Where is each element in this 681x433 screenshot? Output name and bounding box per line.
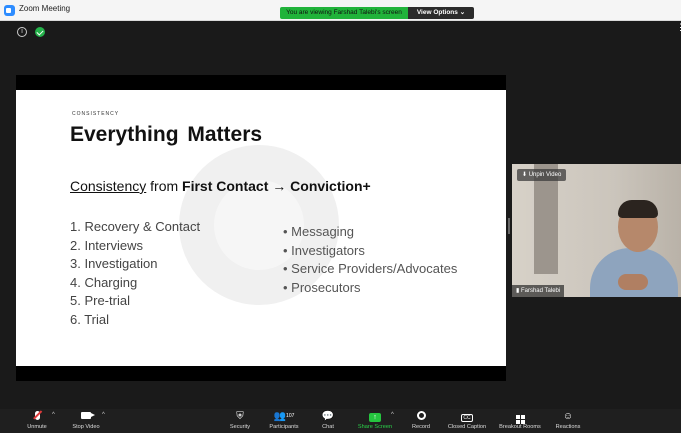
slide-kicker: CONSISTENCY	[72, 111, 120, 117]
chat-button[interactable]: 💬 Chat	[316, 409, 340, 433]
list-item: 1. Recovery & Contact	[70, 219, 201, 234]
list-item: • Service Providers/Advocates	[283, 261, 458, 277]
actors-list: • Messaging • Investigators • Service Pr…	[283, 223, 457, 297]
list-item: 5. Pre-trial	[70, 293, 130, 309]
encryption-shield-icon[interactable]	[35, 27, 45, 37]
unpin-video-button[interactable]: ⬇ Unpin Video	[517, 169, 567, 181]
participants-icon: 👥	[273, 411, 287, 422]
participant-video[interactable]: ⬇ Unpin Video ▮ Farshad Talebi	[512, 164, 681, 297]
subtitle-underlined: Consistency	[70, 178, 147, 194]
participant-count: 107	[286, 413, 295, 419]
slide-title: Everything Matters	[70, 123, 263, 146]
panel-resize-handle[interactable]	[508, 218, 510, 234]
record-label: Record	[411, 424, 431, 430]
title-bar: Zoom Meeting You are viewing Farshad Tal…	[0, 0, 681, 21]
list-item: 6. Trial	[70, 311, 110, 327]
window-title: Zoom Meeting	[19, 4, 71, 13]
list-item: 4. Charging	[70, 274, 138, 290]
reactions-label: Reactions	[555, 424, 581, 430]
stages-list: 1. Recovery & Contact 2. Interviews 3. I…	[70, 218, 200, 330]
reactions-button[interactable]: ☺ Reactions	[552, 409, 584, 433]
chat-icon: 💬	[321, 411, 335, 422]
share-screen-icon: ↑	[369, 413, 381, 422]
shield-icon: ⛨	[236, 411, 244, 422]
list-item: • Prosecutors	[283, 279, 361, 295]
zoom-logo-icon	[4, 5, 15, 16]
participant-hands	[618, 274, 648, 290]
shared-screen: CONSISTENCY Everything Matters Consisten…	[16, 75, 506, 381]
participant-name-tag: ▮ Farshad Talebi	[512, 285, 565, 297]
chat-label: Chat	[322, 424, 334, 430]
muted-mic-icon	[34, 411, 40, 420]
view-options-button[interactable]: View Options ⌄	[408, 7, 474, 19]
camera-icon	[81, 412, 95, 419]
share-options-caret-icon[interactable]: ^	[391, 412, 394, 418]
stop-video-label: Stop Video	[72, 424, 100, 430]
unpin-label: Unpin Video	[528, 172, 562, 178]
more-options-icon[interactable]: ⋮	[676, 23, 681, 36]
slide-subtitle: Consistency from First Contact → Convict…	[70, 178, 371, 194]
breakout-rooms-icon	[515, 415, 525, 424]
stop-video-button[interactable]: Stop Video	[66, 409, 106, 433]
meeting-toolbar: Unmute ^ Stop Video ^ ⛨ Security 👥107 Pa…	[0, 409, 681, 433]
security-button[interactable]: ⛨ Security	[224, 409, 256, 433]
list-item: • Messaging	[283, 224, 355, 239]
pin-icon: ⬇	[522, 172, 529, 178]
breakout-rooms-button[interactable]: Breakout Rooms	[494, 409, 546, 433]
share-screen-label: Share Screen	[357, 424, 393, 430]
info-icon[interactable]: i	[17, 27, 27, 37]
reaction-smiley-icon: ☺	[562, 411, 574, 422]
subtitle-mid: from	[146, 178, 183, 194]
breakout-rooms-label: Breakout Rooms	[499, 424, 541, 430]
record-button[interactable]: Record	[406, 409, 436, 433]
unmute-button[interactable]: Unmute	[18, 409, 56, 433]
viewing-screen-banner: You are viewing Farshad Talebi's screen	[280, 7, 408, 19]
participants-label: Participants	[269, 424, 299, 430]
video-options-caret-icon[interactable]: ^	[102, 412, 105, 418]
meeting-area: i ⋮ CONSISTENCY Everything Matters Consi…	[0, 22, 681, 409]
presentation-slide: CONSISTENCY Everything Matters Consisten…	[16, 90, 506, 366]
list-item: 2. Interviews	[70, 237, 143, 253]
closed-caption-button[interactable]: CC Closed Caption	[442, 409, 492, 433]
audio-options-caret-icon[interactable]: ^	[52, 412, 55, 418]
participant-name: Farshad Talebi	[520, 288, 561, 294]
security-label: Security	[229, 424, 251, 430]
subtitle-bold: First Contact → Conviction+	[182, 178, 371, 194]
unmute-label: Unmute	[27, 424, 47, 430]
participants-button[interactable]: 👥107 Participants	[264, 409, 304, 433]
participant-hair	[618, 200, 658, 218]
closed-caption-label: Closed Caption	[447, 424, 487, 430]
record-icon	[416, 411, 426, 420]
cc-icon: CC	[461, 414, 473, 422]
list-item: • Investigators	[283, 242, 365, 258]
list-item: 3. Investigation	[70, 256, 158, 272]
